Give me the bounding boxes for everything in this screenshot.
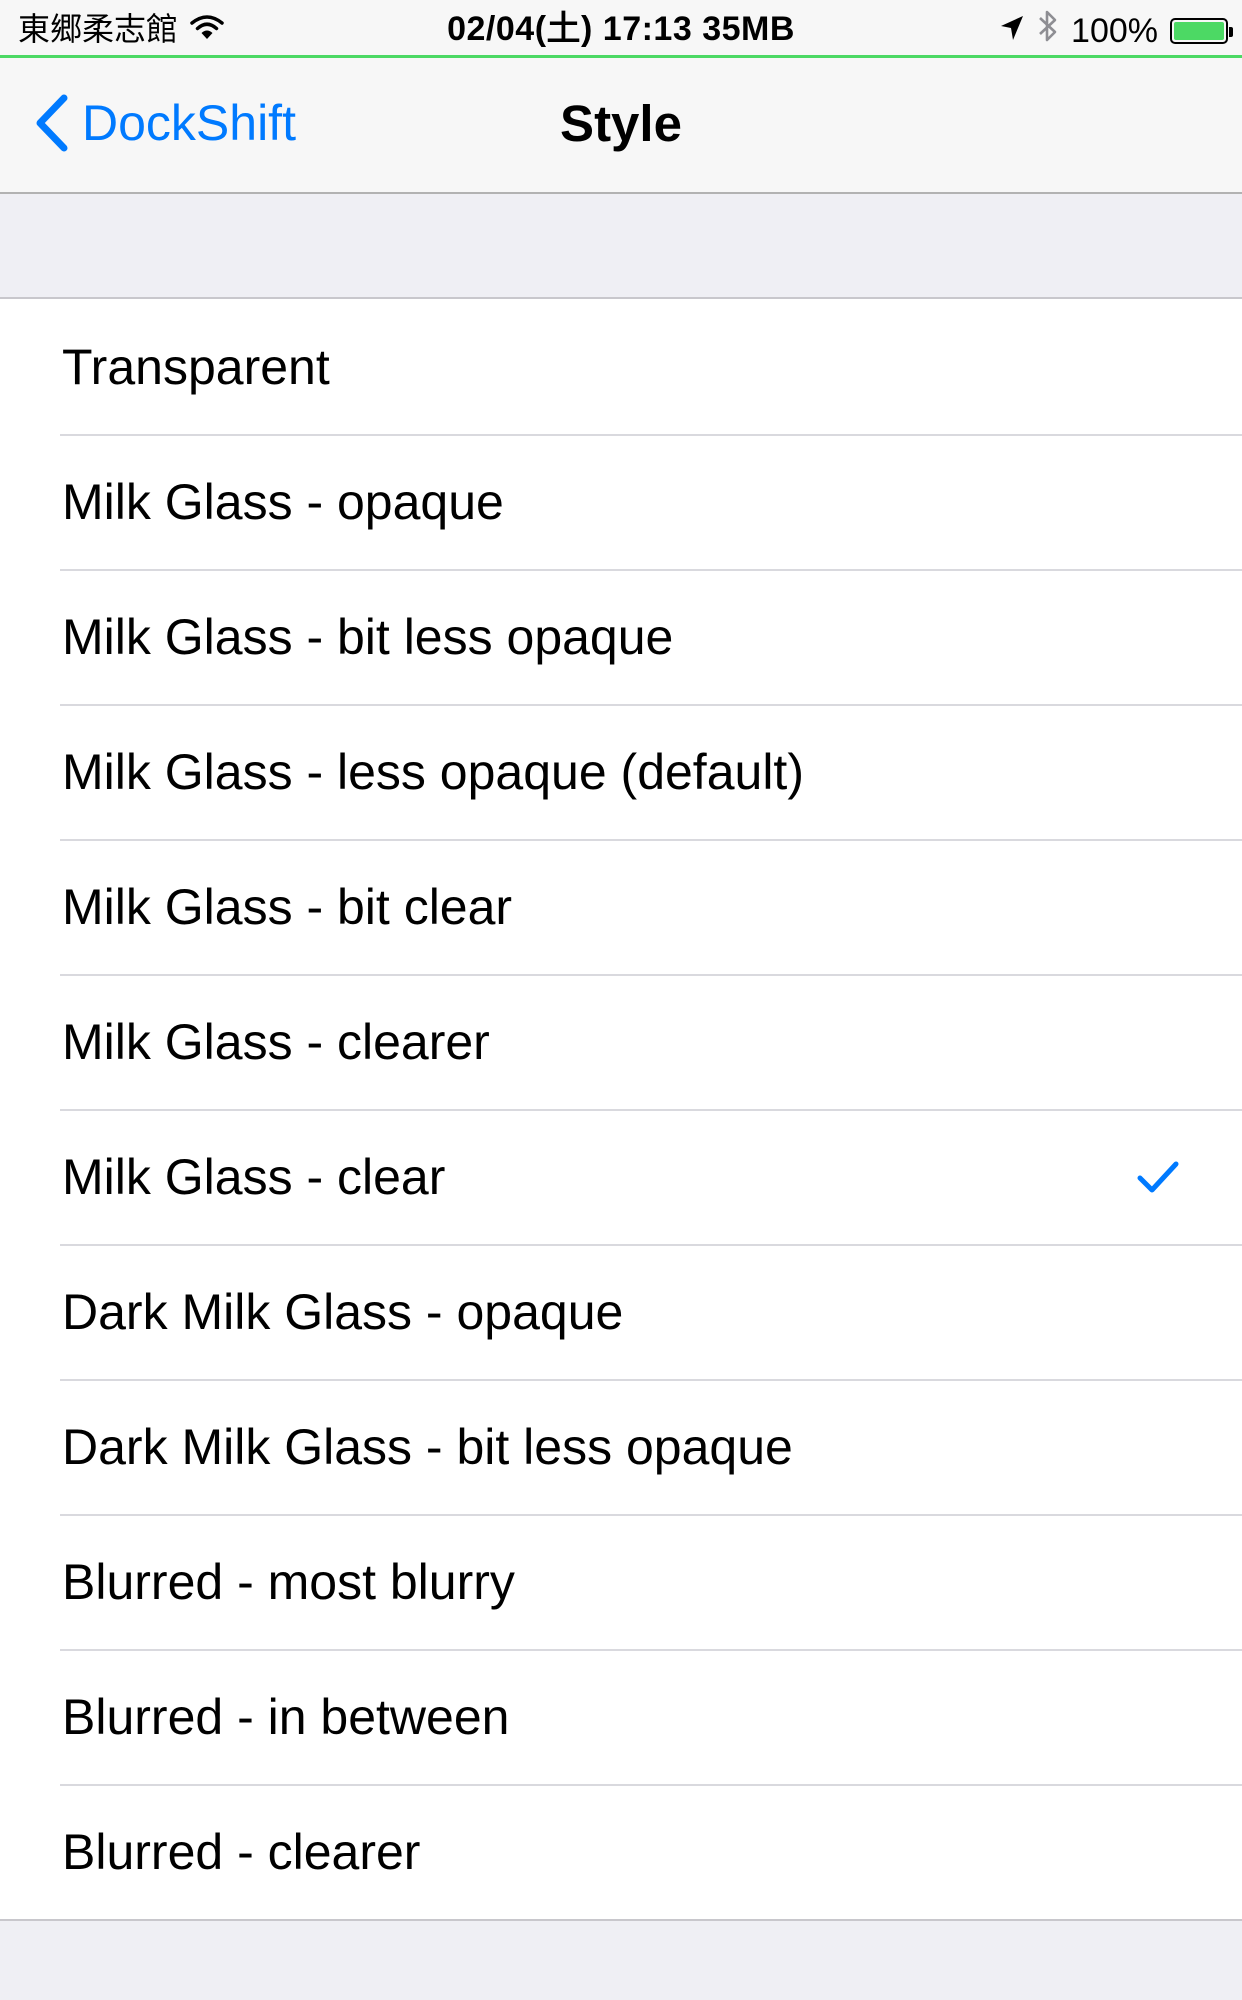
battery-level: [1174, 22, 1224, 40]
style-option-label: Milk Glass - clear: [62, 1148, 446, 1205]
style-option-row[interactable]: Dark Milk Glass - bit less opaque: [0, 1379, 1242, 1514]
style-option-label: Milk Glass - less opaque (default): [62, 743, 804, 800]
style-option-row[interactable]: Blurred - clearer: [0, 1784, 1242, 1919]
checkmark-icon: [1137, 1161, 1179, 1192]
bluetooth-icon: [1037, 8, 1059, 54]
style-option-row[interactable]: Transparent: [0, 299, 1242, 434]
style-option-label: Dark Milk Glass - opaque: [62, 1283, 624, 1340]
style-option-label: Blurred - in between: [62, 1688, 510, 1745]
navigation-bar: DockShift Style: [0, 58, 1242, 194]
style-option-label: Milk Glass - bit less opaque: [62, 608, 674, 665]
style-option-label: Blurred - most blurry: [62, 1553, 515, 1610]
location-arrow-icon: [999, 10, 1025, 52]
style-option-row[interactable]: Milk Glass - bit clear: [0, 839, 1242, 974]
battery-icon: [1170, 18, 1233, 44]
style-option-row[interactable]: Milk Glass - clearer: [0, 974, 1242, 1109]
page-title: Style: [560, 95, 682, 152]
style-option-row[interactable]: Milk Glass - bit less opaque: [0, 569, 1242, 704]
style-option-label: Transparent: [62, 338, 330, 395]
style-option-label: Dark Milk Glass - bit less opaque: [62, 1418, 793, 1475]
style-option-row[interactable]: Blurred - in between: [0, 1649, 1242, 1784]
battery-percent: 100%: [1071, 12, 1158, 50]
style-option-row[interactable]: Milk Glass - clear: [0, 1109, 1242, 1244]
style-option-label: Milk Glass - clearer: [62, 1013, 490, 1070]
style-option-row[interactable]: Dark Milk Glass - opaque: [0, 1244, 1242, 1379]
status-bar-right: 100%: [999, 8, 1233, 54]
style-option-label: Blurred - clearer: [62, 1823, 421, 1880]
style-option-row[interactable]: Blurred - most blurry: [0, 1514, 1242, 1649]
style-option-label: Milk Glass - opaque: [62, 473, 504, 530]
style-option-label: Milk Glass - bit clear: [62, 878, 513, 935]
style-option-row[interactable]: Milk Glass - less opaque (default): [0, 704, 1242, 839]
style-options-list: Transparent Milk Glass - opaque Milk Glass…: [0, 297, 1242, 1921]
status-bar: 東郷柔志館 02/04(土) 17:13 35MB 100%: [0, 0, 1242, 58]
style-option-row[interactable]: Milk Glass - opaque: [0, 434, 1242, 569]
